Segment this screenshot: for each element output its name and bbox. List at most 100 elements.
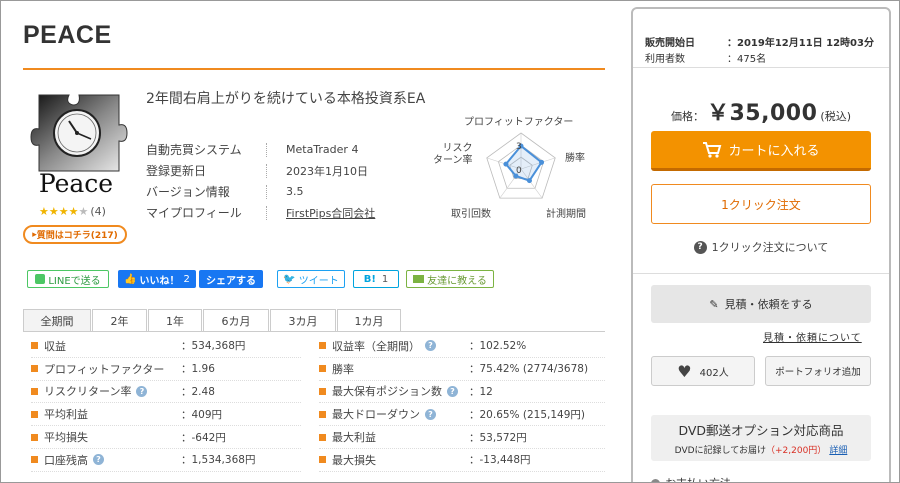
radar-chart: 30 [486, 132, 556, 199]
question-button-label: 質問はコチラ(217) [36, 231, 118, 241]
info-label: 自動売買システム [146, 143, 242, 157]
tab-3m[interactable]: 3カ月 [270, 309, 336, 331]
stat-label-wrap: リスクリターン率? [31, 383, 181, 399]
radar-point [503, 161, 509, 167]
bullet-square-icon [31, 387, 38, 395]
help-icon[interactable]: ? [136, 385, 148, 397]
fb-like-label: いいね！ [139, 275, 180, 287]
info-row: 登録更新日 2023年1月10日 [146, 160, 375, 181]
question-button[interactable]: ▸ 質問はコチラ(217) [23, 225, 127, 244]
facebook-like-button[interactable]: 👍 いいね！ 2 [118, 270, 196, 288]
info-value: 3.5 [286, 185, 304, 198]
tweet-label: ツイート [298, 275, 339, 287]
bullet-square-icon [31, 365, 38, 373]
dvd-option-box: DVD郵送オプション対応商品 DVDに記録してお届け（+2,200円） 詳細 [651, 415, 871, 461]
bullet-square-icon [319, 342, 326, 350]
info-separator [266, 205, 286, 220]
help-icon[interactable]: ? [425, 408, 436, 420]
stat-row: 口座残高? ：1,534,368円 [31, 449, 301, 472]
thumbs-up-icon: 👍 [124, 273, 137, 285]
profile-link[interactable]: FirstPips合同会社 [286, 205, 375, 221]
dvd-title: DVD郵送オプション対応商品 [678, 423, 844, 438]
dvd-detail-link[interactable]: 詳細 [829, 446, 847, 456]
tab-1y[interactable]: 1年 [148, 309, 202, 331]
tax-label: (税込) [820, 110, 851, 123]
dvd-price: （+2,200円） [766, 446, 827, 456]
info-label: バージョン情報 [146, 185, 230, 199]
tab-all[interactable]: 全期間 [23, 309, 91, 331]
stat-label-wrap: 最大損失 [319, 452, 469, 468]
stat-label-wrap: 収益 [31, 338, 181, 354]
stat-row: 平均損失 ：-642円 [31, 426, 301, 449]
help-icon[interactable]: ? [93, 454, 104, 466]
add-to-cart-label: カートに入れる [728, 144, 820, 159]
stat-row: 最大保有ポジション数? ：12 [319, 381, 605, 404]
users-label: 利用者数 [645, 54, 685, 65]
stat-value: ：409円 [181, 408, 223, 421]
product-logo: Peace [30, 94, 128, 198]
stat-label-wrap: 平均利益 [31, 406, 181, 422]
request-quote-button[interactable]: ✎ 見積・依頼をする [651, 285, 871, 323]
info-label: マイプロフィール [146, 206, 242, 220]
facebook-share-button[interactable]: シェアする [199, 270, 263, 288]
stat-row: プロフィットファクター ：1.96 [31, 358, 301, 381]
bullet-square-icon [319, 387, 326, 395]
stat-value: ：12 [469, 385, 493, 398]
tab-6m[interactable]: 6カ月 [203, 309, 269, 331]
sale-date-label: 販売開始日 [645, 38, 695, 49]
stat-label: 勝率 [332, 362, 354, 376]
stat-label-wrap: 勝率 [319, 361, 469, 377]
hatena-label: B! [363, 273, 376, 285]
radar-label-risk: リスク ターン率 [433, 143, 473, 167]
radar-point [526, 178, 532, 184]
one-click-about-link[interactable]: ? 1クリック注文について [633, 239, 889, 255]
favorite-count: 402人 [699, 367, 729, 379]
help-icon[interactable]: ? [425, 340, 436, 352]
pencil-icon: ✎ [709, 297, 719, 311]
stat-label: 最大保有ポジション数 [332, 385, 442, 399]
stat-row: 最大利益 ：53,572円 [319, 426, 605, 449]
bullet-square-icon [319, 456, 326, 464]
one-click-order-button[interactable]: 1クリック注文 [651, 184, 871, 224]
hatena-count: 1 [381, 273, 389, 285]
stat-value: ：75.42% (2774/3678) [469, 363, 589, 376]
bullet-square-icon [31, 456, 38, 464]
title-divider [23, 68, 605, 70]
quote-about-link[interactable]: 見積・依頼について [763, 329, 862, 344]
radar-series [504, 144, 543, 182]
radar-tick-label: 0 [516, 166, 522, 176]
add-portfolio-button[interactable]: ポートフォリオ追加 [765, 356, 871, 386]
bullet-square-icon [31, 410, 38, 418]
stat-label: 口座残高 [44, 453, 88, 467]
stat-label: プロフィットファクター [44, 362, 165, 376]
sale-date-row: 販売開始日 ：2019年12月11日 12時03分 [645, 34, 874, 49]
stat-label: 収益 [44, 339, 66, 353]
radar-tick-label: 3 [516, 142, 522, 152]
stat-label: リスクリターン率 [44, 385, 132, 399]
stat-label: 最大損失 [332, 453, 376, 467]
users-row: 利用者数 ：475名 [645, 50, 766, 65]
tab-1m[interactable]: 1カ月 [337, 309, 401, 331]
info-separator [266, 184, 286, 199]
stat-label-wrap: プロフィットファクター [31, 361, 181, 377]
period-tabs: 全期間 2年 1年 6カ月 3カ月 1カ月 [23, 309, 402, 331]
one-click-about-label: 1クリック注文について [711, 241, 829, 254]
tab-2y[interactable]: 2年 [92, 309, 147, 331]
rating-count: (4) [90, 205, 106, 218]
info-row: 自動売買システム MetaTrader 4 [146, 139, 375, 160]
info-separator [266, 163, 286, 178]
page: PEACE Peace ★★★★★ (4) ▸ 質問はコチラ(217) 2年間右肩上… [0, 0, 900, 483]
tell-friend-button[interactable]: 友達に教える [406, 270, 494, 288]
hatena-bookmark-button[interactable]: B! 1 [353, 270, 399, 288]
favorite-button[interactable]: ♥ 402人 [651, 356, 755, 386]
stat-value: ：-642円 [181, 431, 226, 444]
line-share-button[interactable]: LINEで送る [27, 270, 109, 288]
tweet-button[interactable]: 🐦 ツイート [277, 270, 345, 288]
purchase-panel: 販売開始日 ：2019年12月11日 12時03分 利用者数 ：475名 価格： ￥3… [631, 7, 891, 482]
add-to-cart-button[interactable]: カートに入れる [651, 131, 871, 171]
sale-date-value: ：2019年12月11日 12時03分 [727, 38, 874, 49]
help-icon[interactable]: ? [447, 385, 458, 397]
stat-label-wrap: 最大ドローダウン? [319, 406, 469, 422]
radar-label-risk-line1: リスク [442, 143, 473, 154]
stat-value: ：534,368円 [181, 340, 246, 353]
